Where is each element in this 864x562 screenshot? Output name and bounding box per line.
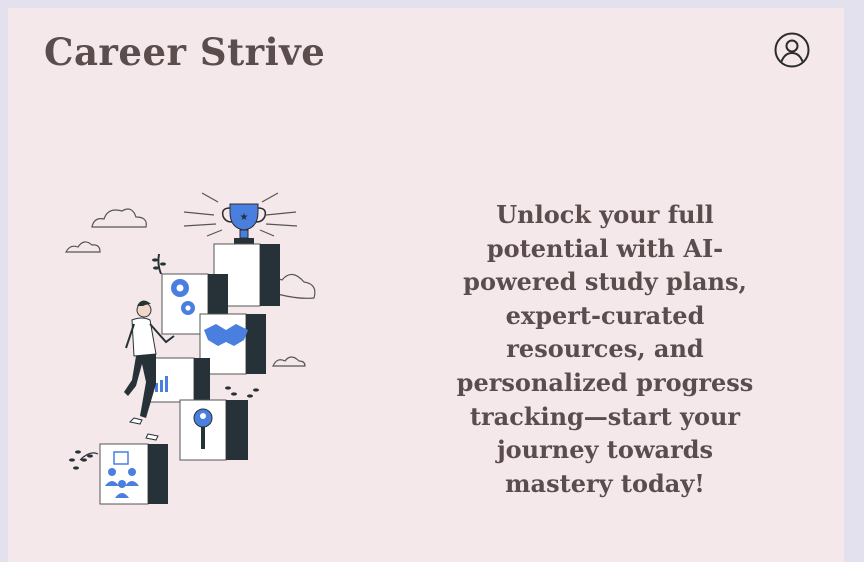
account-button[interactable]	[774, 32, 810, 68]
svg-text:★: ★	[240, 212, 249, 223]
user-circle-icon	[774, 32, 810, 68]
career-ladder-illustration: ★	[65, 192, 316, 505]
brand-logo-text[interactable]: Career Strive	[44, 30, 325, 74]
trophy-icon: ★	[221, 203, 267, 244]
page: Career Strive ★ Unlock your full potenti…	[8, 8, 844, 562]
hero-tagline: Unlock your full potential with AI-power…	[456, 200, 754, 498]
